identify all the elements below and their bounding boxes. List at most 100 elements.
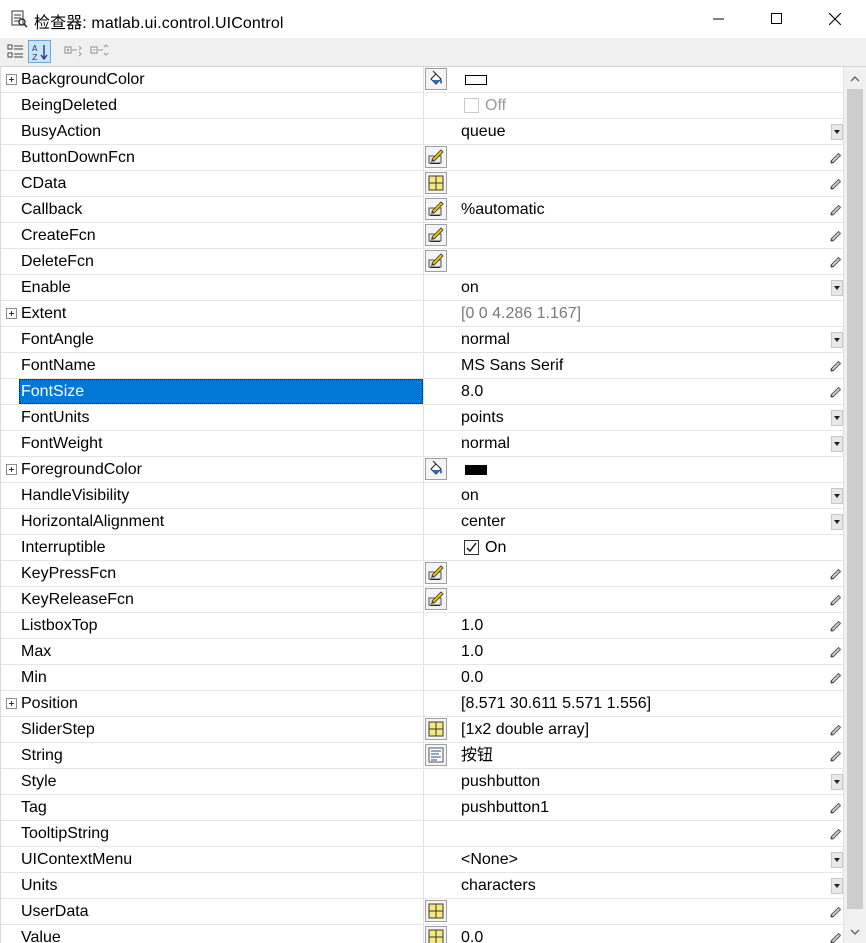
property-row-background-color[interactable]: BackgroundColor [1, 67, 843, 93]
expand-icon[interactable] [6, 698, 17, 709]
pencil-icon[interactable] [829, 203, 843, 217]
dropdown-arrow-icon[interactable] [831, 280, 843, 296]
scroll-down-button[interactable] [844, 922, 866, 942]
property-value[interactable]: characters [461, 873, 536, 898]
pencil-icon[interactable] [829, 671, 843, 685]
property-row-max[interactable]: Max 1.0 [1, 639, 843, 665]
property-name[interactable]: FontName [19, 353, 423, 378]
property-row-c-data[interactable]: CData [1, 171, 843, 197]
property-value[interactable]: normal [461, 327, 510, 352]
close-button[interactable] [806, 0, 864, 38]
dropdown-arrow-icon[interactable] [831, 514, 843, 530]
pencil-icon[interactable] [829, 177, 843, 191]
array-editor-button[interactable] [425, 926, 447, 943]
pencil-icon[interactable] [829, 229, 843, 243]
property-value[interactable]: pushbutton [461, 769, 540, 794]
property-value[interactable]: points [461, 405, 504, 430]
dropdown-arrow-icon[interactable] [831, 124, 843, 140]
property-row-handle-visibility[interactable]: HandleVisibility on [1, 483, 843, 509]
pencil-icon[interactable] [829, 645, 843, 659]
vertical-scrollbar[interactable] [843, 67, 866, 943]
pencil-icon[interactable] [829, 255, 843, 269]
pencil-icon[interactable] [829, 827, 843, 841]
property-row-key-press-fcn[interactable]: KeyPressFcn [1, 561, 843, 587]
property-row-foreground-color[interactable]: ForegroundColor [1, 457, 843, 483]
property-row-enable[interactable]: Enable on [1, 275, 843, 301]
property-name[interactable]: Callback [19, 197, 423, 222]
collapse-all-button[interactable] [88, 40, 111, 63]
title-bar[interactable]: 检查器: matlab.ui.control.UIControl [0, 0, 866, 38]
property-value[interactable]: on [461, 275, 479, 300]
scroll-up-button[interactable] [844, 68, 866, 88]
dropdown-arrow-icon[interactable] [831, 436, 843, 452]
dropdown-arrow-icon[interactable] [831, 878, 843, 894]
callback-editor-button[interactable] [425, 198, 447, 220]
property-value[interactable]: 按钮 [461, 743, 493, 768]
property-row-slider-step[interactable]: SliderStep [1x2 double array] [1, 717, 843, 743]
property-name[interactable]: BeingDeleted [19, 93, 423, 118]
property-value[interactable]: [1x2 double array] [461, 717, 589, 742]
property-row-horizontal-alignment[interactable]: HorizontalAlignment center [1, 509, 843, 535]
property-row-font-size[interactable]: FontSize 8.0 [1, 379, 843, 405]
property-row-button-down-fcn[interactable]: ButtonDownFcn [1, 145, 843, 171]
property-row-ui-context-menu[interactable]: UIContextMenu <None> [1, 847, 843, 873]
property-row-style[interactable]: Style pushbutton [1, 769, 843, 795]
property-row-being-deleted[interactable]: BeingDeleted Off [1, 93, 843, 119]
property-name[interactable]: Position [19, 691, 423, 716]
property-name[interactable]: KeyPressFcn [19, 561, 423, 586]
property-value[interactable]: 1.0 [461, 613, 483, 638]
pencil-icon[interactable] [829, 151, 843, 165]
property-name[interactable]: Units [19, 873, 423, 898]
property-name[interactable]: ButtonDownFcn [19, 145, 423, 170]
property-name[interactable]: SliderStep [19, 717, 423, 742]
alphabetical-sort-button[interactable]: A Z [28, 40, 51, 63]
property-row-tooltip-string[interactable]: TooltipString [1, 821, 843, 847]
expand-icon[interactable] [6, 74, 17, 85]
property-row-busy-action[interactable]: BusyAction queue [1, 119, 843, 145]
dropdown-arrow-icon[interactable] [831, 332, 843, 348]
pencil-icon[interactable] [829, 385, 843, 399]
array-editor-button[interactable] [425, 718, 447, 740]
property-name[interactable]: DeleteFcn [19, 249, 423, 274]
expand-icon[interactable] [6, 308, 17, 319]
property-row-string[interactable]: String 按钮 [1, 743, 843, 769]
property-name[interactable]: TooltipString [19, 821, 423, 846]
property-row-min[interactable]: Min 0.0 [1, 665, 843, 691]
dropdown-arrow-icon[interactable] [831, 852, 843, 868]
property-value[interactable]: normal [461, 431, 510, 456]
property-name[interactable]: Tag [19, 795, 423, 820]
array-editor-button[interactable] [425, 900, 447, 922]
property-name[interactable]: Min [19, 665, 423, 690]
property-value[interactable]: queue [461, 119, 506, 144]
property-row-delete-fcn[interactable]: DeleteFcn [1, 249, 843, 275]
property-name[interactable]: ListboxTop [19, 613, 423, 638]
property-name[interactable]: Interruptible [19, 535, 423, 560]
pencil-icon[interactable] [829, 567, 843, 581]
property-name[interactable]: FontWeight [19, 431, 423, 456]
property-name[interactable]: Value [19, 925, 423, 943]
property-name[interactable]: CreateFcn [19, 223, 423, 248]
scroll-thumb[interactable] [847, 89, 863, 909]
pencil-icon[interactable] [829, 931, 843, 943]
property-row-create-fcn[interactable]: CreateFcn [1, 223, 843, 249]
property-value[interactable]: MS Sans Serif [461, 353, 563, 378]
property-row-units[interactable]: Units characters [1, 873, 843, 899]
property-value[interactable]: 1.0 [461, 639, 483, 664]
property-row-listbox-top[interactable]: ListboxTop 1.0 [1, 613, 843, 639]
pencil-icon[interactable] [829, 359, 843, 373]
minimize-button[interactable] [690, 0, 748, 38]
callback-editor-button[interactable] [425, 588, 447, 610]
text-editor-button[interactable] [425, 744, 447, 766]
pencil-icon[interactable] [829, 801, 843, 815]
property-name[interactable]: KeyReleaseFcn [19, 587, 423, 612]
property-name[interactable]: CData [19, 171, 423, 196]
property-name[interactable]: FontUnits [19, 405, 423, 430]
property-checkbox[interactable] [464, 540, 479, 555]
property-name[interactable]: HorizontalAlignment [19, 509, 423, 534]
property-row-key-release-fcn[interactable]: KeyReleaseFcn [1, 587, 843, 613]
pencil-icon[interactable] [829, 723, 843, 737]
property-row-font-name[interactable]: FontName MS Sans Serif [1, 353, 843, 379]
property-name[interactable]: FontAngle [19, 327, 423, 352]
property-name[interactable]: BackgroundColor [19, 67, 423, 92]
property-row-user-data[interactable]: UserData [1, 899, 843, 925]
